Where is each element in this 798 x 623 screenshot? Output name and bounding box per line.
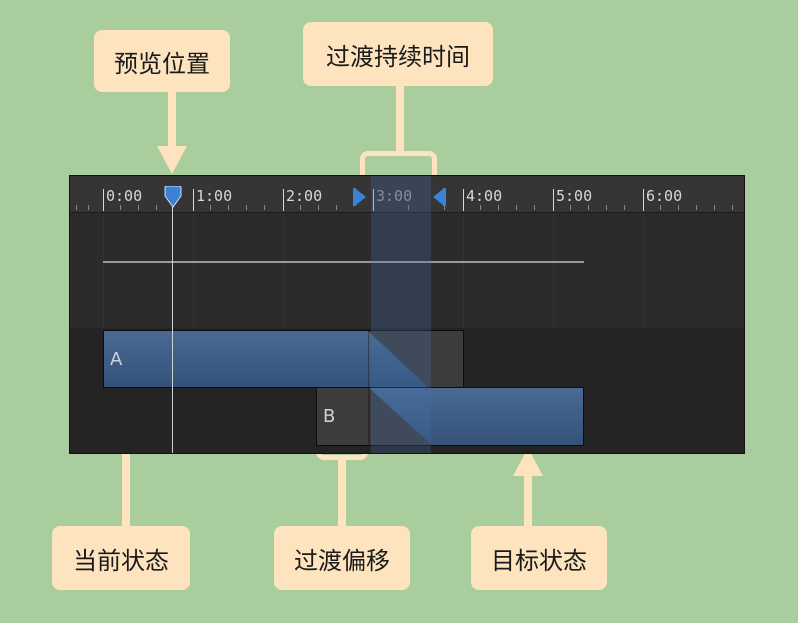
major-tick bbox=[193, 189, 194, 211]
major-tick bbox=[643, 189, 644, 211]
tick-label-6: 6:00 bbox=[646, 187, 683, 205]
preview-position-label: 预览位置 bbox=[114, 49, 210, 78]
minor-tick bbox=[480, 205, 481, 210]
minor-tick bbox=[732, 205, 733, 210]
minor-tick bbox=[624, 205, 625, 210]
duration-connector bbox=[396, 86, 404, 156]
offset-connector bbox=[338, 458, 346, 526]
minor-tick bbox=[606, 205, 607, 210]
preview-position-callout: 预览位置 bbox=[94, 30, 230, 92]
tick-label-2: 2:00 bbox=[286, 187, 323, 205]
minor-tick bbox=[498, 205, 499, 210]
tick-label-1: 1:00 bbox=[196, 187, 233, 205]
minor-tick bbox=[678, 205, 679, 210]
transition-duration-highlight bbox=[371, 176, 431, 453]
minor-tick bbox=[588, 205, 589, 210]
tick-label-4: 4:00 bbox=[466, 187, 503, 205]
minor-tick bbox=[156, 205, 157, 210]
minor-tick bbox=[516, 205, 517, 210]
minor-tick bbox=[570, 205, 571, 210]
tick-label-5: 5:00 bbox=[556, 187, 593, 205]
minor-tick bbox=[696, 205, 697, 210]
minor-tick bbox=[120, 205, 121, 210]
transition-offset-label: 过渡偏移 bbox=[294, 546, 390, 575]
minor-tick bbox=[300, 205, 301, 210]
clip-b-label: B bbox=[323, 406, 336, 427]
minor-tick bbox=[210, 205, 211, 210]
minor-tick bbox=[228, 205, 229, 210]
blend-curve-line bbox=[103, 261, 584, 263]
major-tick bbox=[283, 189, 284, 211]
minor-tick bbox=[246, 205, 247, 210]
transition-duration-callout: 过渡持续时间 bbox=[303, 22, 493, 86]
transition-offset-callout: 过渡偏移 bbox=[274, 526, 410, 590]
transition-end-marker-icon[interactable] bbox=[432, 188, 446, 206]
timeline-panel: 0:00 1:00 2:00 3:00 4:00 5:00 6:00 A B bbox=[69, 175, 745, 454]
major-tick bbox=[553, 189, 554, 211]
minor-tick bbox=[714, 205, 715, 210]
clip-a-label: A bbox=[110, 349, 123, 370]
tick-label-0: 0:00 bbox=[106, 187, 143, 205]
current-state-callout: 当前状态 bbox=[52, 526, 190, 590]
preview-playhead-line bbox=[172, 196, 173, 453]
playhead-handle-icon[interactable] bbox=[163, 186, 183, 208]
major-tick bbox=[463, 189, 464, 211]
preview-arrow bbox=[157, 146, 187, 174]
minor-tick bbox=[318, 205, 319, 210]
transition-duration-label: 过渡持续时间 bbox=[326, 42, 470, 71]
transition-start-marker-icon[interactable] bbox=[353, 188, 367, 206]
target-state-connector bbox=[524, 474, 532, 526]
minor-tick bbox=[88, 205, 89, 210]
target-state-callout: 目标状态 bbox=[471, 526, 607, 590]
current-state-label: 当前状态 bbox=[73, 546, 169, 575]
clip-b[interactable]: B bbox=[316, 387, 584, 446]
preview-connector bbox=[168, 92, 176, 148]
minor-tick bbox=[76, 205, 77, 210]
minor-tick bbox=[660, 205, 661, 210]
minor-tick bbox=[138, 205, 139, 210]
minor-tick bbox=[534, 205, 535, 210]
target-state-label: 目标状态 bbox=[491, 546, 587, 575]
major-tick bbox=[103, 189, 104, 211]
minor-tick bbox=[336, 205, 337, 210]
minor-tick bbox=[264, 205, 265, 210]
